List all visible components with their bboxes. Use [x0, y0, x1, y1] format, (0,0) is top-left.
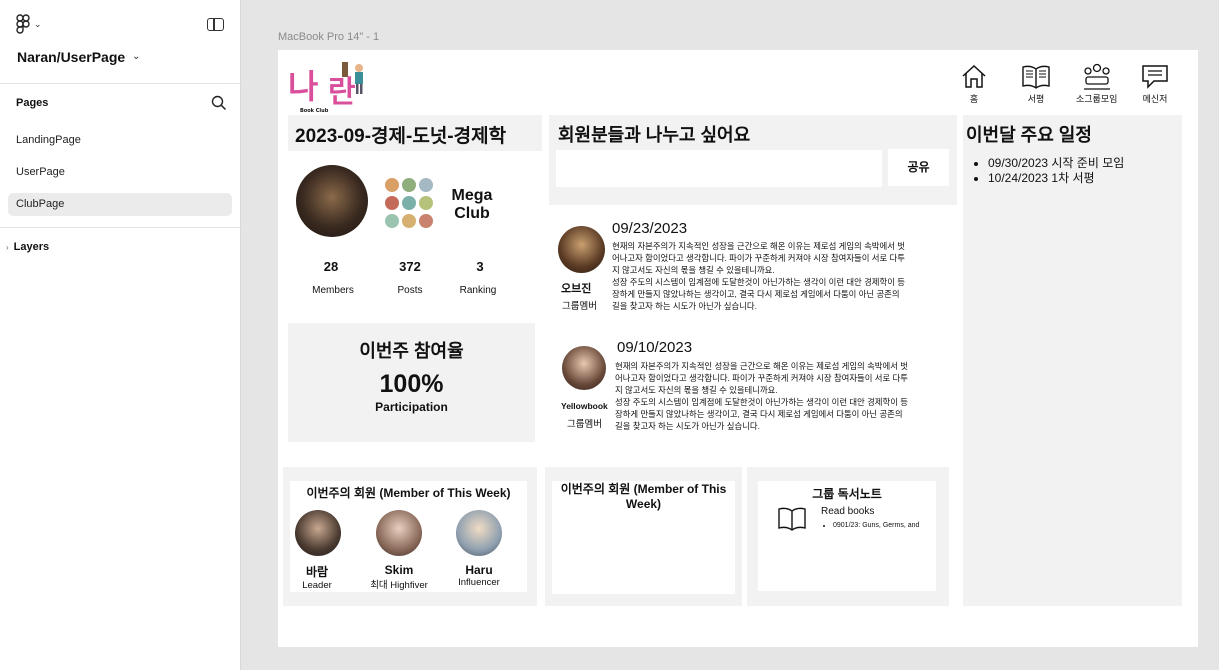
- nav-messenger[interactable]: 메신저: [1140, 62, 1170, 105]
- read-books-label: Read books: [821, 506, 875, 517]
- member-of-week-card-2: 이번주의 회원 (Member of This Week): [552, 481, 735, 594]
- participation-value: 100%: [379, 370, 444, 398]
- page-item-userpage[interactable]: UserPage: [8, 161, 232, 184]
- share-title: 회원분들과 나누고 싶어요: [558, 125, 751, 145]
- search-icon[interactable]: [211, 95, 227, 111]
- group-meeting-icon: [1083, 63, 1110, 90]
- member-avatar[interactable]: [376, 510, 422, 556]
- svg-text:나: 나: [288, 67, 318, 106]
- post-author-name[interactable]: 오브진: [561, 280, 591, 296]
- club-name-line: Club: [454, 205, 490, 222]
- member-item: Skim 최대 Highfiver: [370, 563, 428, 591]
- club-title-box: 2023-09-경제-도넛-경제학: [288, 115, 542, 151]
- book-open-icon: [778, 507, 806, 531]
- divider: [0, 227, 241, 228]
- nav-label: 서평: [1027, 94, 1045, 104]
- reading-note-title: 그룹 독서노트: [812, 487, 882, 501]
- member-of-week-box: 이번주의 회원 (Member of This Week) 바람 Leader S…: [283, 467, 537, 606]
- participation-box: 이번주 참여율 100% Participation: [288, 323, 535, 442]
- share-input[interactable]: [556, 150, 882, 187]
- member-item: Haru Influencer: [458, 563, 500, 588]
- nav-label: 홈: [969, 94, 979, 104]
- reading-note-box: 그룹 독서노트 Read books 0901/23: Guns, Germs,…: [747, 467, 949, 606]
- participation-label: Participation: [375, 400, 448, 414]
- participation-title: 이번주 참여율: [359, 341, 464, 361]
- club-avatar[interactable]: [296, 165, 368, 237]
- schedule-item[interactable]: 10/24/2023 1차 서평: [988, 171, 1124, 186]
- figma-logo-icon: [16, 14, 30, 34]
- toggle-sidebar-icon[interactable]: [207, 18, 224, 31]
- design-frame: 나 란 Book Club 홈 서평 소그룹모임 메신저 2023-09-경제-…: [278, 50, 1198, 647]
- page-item-landingpage[interactable]: LandingPage: [8, 129, 232, 152]
- project-title[interactable]: Naran/UserPage: [17, 49, 125, 65]
- nav-review[interactable]: 서평: [1021, 62, 1051, 105]
- member-of-week-title-2: 이번주의 회원 (Member of This Week): [560, 482, 727, 511]
- member-of-week-card: 이번주의 회원 (Member of This Week) 바람 Leader S…: [290, 481, 527, 592]
- figma-menu-button[interactable]: ⌄: [16, 14, 42, 34]
- member-item: 바람 Leader: [302, 565, 332, 591]
- read-book-item[interactable]: 0901/23: Guns, Germs, and: [833, 522, 919, 529]
- post-author-name[interactable]: Yellowbook: [561, 401, 608, 411]
- share-box: 회원분들과 나누고 싶어요 공유: [549, 115, 957, 205]
- schedule-list: 09/30/2023 시작 준비 모임 10/24/2023 1차 서평: [988, 156, 1124, 186]
- schedule-box: 이번달 주요 일정 09/30/2023 시작 준비 모임 10/24/2023…: [963, 115, 1182, 606]
- nav-home[interactable]: 홈: [959, 62, 989, 105]
- share-button[interactable]: 공유: [888, 149, 949, 186]
- home-icon: [962, 64, 986, 88]
- read-books-list: 0901/23: Guns, Germs, and: [833, 522, 919, 529]
- figma-sidebar: ⌄ Naran/UserPage ⌄ Pages LandingPage Use…: [0, 0, 241, 670]
- stat-members-label: Members: [312, 285, 354, 296]
- svg-text:란: 란: [328, 75, 356, 110]
- frame-label[interactable]: MacBook Pro 14" - 1: [278, 31, 379, 43]
- chevron-down-icon: ⌄: [34, 18, 42, 29]
- club-name: Mega Club: [442, 187, 502, 223]
- stat-posts-label: Posts: [397, 285, 423, 296]
- layers-section[interactable]: › Layers: [6, 241, 49, 253]
- stat-ranking-label: Ranking: [459, 285, 497, 296]
- member-avatar[interactable]: [456, 510, 502, 556]
- chevron-right-icon: ›: [6, 242, 9, 252]
- member-of-week-box-2: 이번주의 회원 (Member of This Week): [545, 467, 742, 606]
- nav-label: 메신저: [1142, 94, 1168, 104]
- nav-small-group[interactable]: 소그룹모임: [1076, 62, 1117, 105]
- post-date: 09/23/2023: [612, 220, 688, 237]
- schedule-title: 이번달 주요 일정: [966, 125, 1092, 145]
- club-name-line: Mega: [451, 187, 493, 204]
- chevron-down-icon[interactable]: ⌄: [132, 51, 140, 62]
- schedule-item[interactable]: 09/30/2023 시작 준비 모임: [988, 156, 1124, 171]
- post-body: 현재의 자본주의가 지속적인 성장을 근간으로 해온 이유는 제로섬 게임의 속…: [615, 361, 908, 431]
- stat-ranking-value: 3: [476, 259, 484, 274]
- stat-members-value: 28: [323, 259, 339, 274]
- club-logo[interactable]: 나 란 Book Club: [284, 58, 368, 120]
- stat-posts-value: 372: [399, 259, 421, 274]
- post-author-role: 그룹멤버: [562, 301, 597, 312]
- post-author-role: 그룹멤버: [567, 419, 602, 430]
- post-body: 현재의 자본주의가 지속적인 성장을 근간으로 해온 이유는 제로섬 게임의 속…: [612, 241, 905, 311]
- reading-note-card: 그룹 독서노트 Read books 0901/23: Guns, Germs,…: [758, 481, 936, 591]
- member-of-week-title: 이번주의 회원 (Member of This Week): [306, 486, 511, 500]
- post-date: 09/10/2023: [617, 339, 693, 356]
- pages-heading: Pages: [16, 97, 49, 109]
- member-avatars-grid[interactable]: [384, 177, 434, 229]
- book-open-icon: [1022, 65, 1050, 89]
- post-author-avatar[interactable]: [562, 346, 606, 390]
- member-avatar[interactable]: [295, 510, 341, 556]
- nav-label: 소그룹모임: [1076, 94, 1118, 104]
- post-author-avatar[interactable]: [558, 226, 605, 273]
- layers-heading: Layers: [13, 241, 50, 253]
- logo-subtitle: Book Club: [300, 108, 329, 114]
- chat-icon: [1142, 65, 1168, 89]
- divider: [0, 83, 241, 84]
- page-item-clubpage[interactable]: ClubPage: [8, 193, 232, 216]
- club-title: 2023-09-경제-도넛-경제학: [295, 126, 507, 147]
